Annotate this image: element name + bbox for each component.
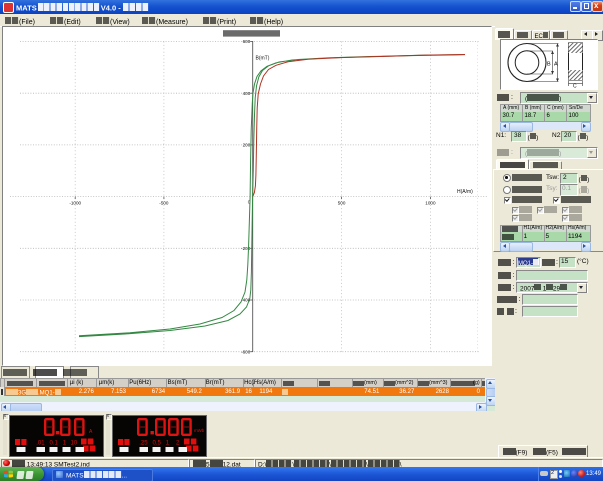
- svg-text:2: 2: [176, 441, 180, 447]
- svg-text:B(mT): B(mT): [256, 56, 270, 62]
- svg-text:400: 400: [243, 91, 251, 96]
- svg-text:1: 1: [166, 441, 170, 447]
- svg-text:H(A/m): H(A/m): [457, 189, 473, 195]
- svg-text:mWb: mWb: [194, 428, 205, 433]
- svg-text:-600: -600: [241, 349, 251, 354]
- svg-text:-200: -200: [241, 246, 251, 251]
- svg-text:0.5: 0.5: [153, 441, 162, 447]
- svg-text:-1000: -1000: [69, 201, 81, 206]
- svg-text:A: A: [554, 61, 558, 67]
- svg-text:B: B: [547, 61, 551, 67]
- svg-text:10: 10: [71, 441, 78, 447]
- svg-text:.01: .01: [36, 441, 45, 447]
- svg-text:500: 500: [338, 201, 346, 206]
- svg-text:600: 600: [243, 39, 251, 44]
- svg-text:0.1: 0.1: [50, 441, 59, 447]
- svg-text:.25: .25: [139, 441, 148, 447]
- svg-text:200: 200: [243, 143, 251, 148]
- svg-text:A: A: [89, 429, 93, 435]
- svg-text:1: 1: [63, 441, 67, 447]
- svg-text:C: C: [573, 83, 577, 88]
- svg-text:1000: 1000: [425, 201, 436, 206]
- svg-text:-500: -500: [159, 201, 169, 206]
